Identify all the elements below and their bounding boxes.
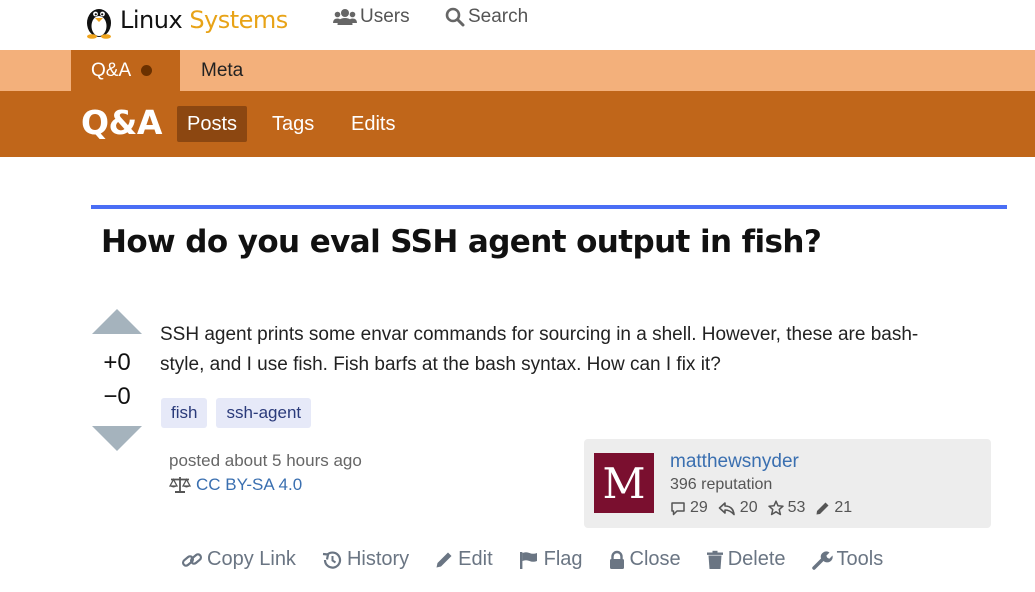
section-nav-tags[interactable]: Tags <box>262 106 324 142</box>
penguin-icon <box>87 9 111 39</box>
lock-icon <box>609 550 624 569</box>
section-nav-edits[interactable]: Edits <box>341 106 405 142</box>
copy-link-label: Copy Link <box>207 548 296 570</box>
avatar[interactable]: M <box>594 453 654 513</box>
close-button[interactable]: Close <box>608 548 681 571</box>
tab-meta-label: Meta <box>201 59 244 81</box>
post-body-line: style, and I use fish. Fish barfs at the… <box>160 354 721 375</box>
author-reputation: 396 reputation <box>670 476 773 493</box>
tag-list: fish ssh-agent <box>161 398 312 428</box>
stat-answers-value: 20 <box>739 499 758 516</box>
tag-ssh-agent[interactable]: ssh-agent <box>216 398 312 428</box>
section-bar: Q&A Posts Tags Edits <box>0 91 1035 157</box>
copy-link-button[interactable]: Copy Link <box>181 548 296 571</box>
author-card: M matthewsnyder 396 reputation 29 20 53 … <box>584 439 991 528</box>
posted-time: posted about 5 hours ago <box>169 451 362 470</box>
post-divider <box>91 205 1007 209</box>
delete-button[interactable]: Delete <box>706 548 786 571</box>
section-nav-edits-label: Edits <box>351 112 396 135</box>
stat-stars: 53 <box>767 499 806 517</box>
stat-posts: 29 <box>670 499 708 517</box>
logo-text: Linux Systems <box>120 6 288 34</box>
history-button[interactable]: History <box>321 548 409 571</box>
upvote-count: +0 <box>103 349 131 376</box>
stat-stars-value: 53 <box>787 499 806 516</box>
post-body-line: SSH agent prints some envar commands for… <box>160 324 919 345</box>
author-stats: 29 20 53 21 <box>670 499 862 517</box>
nav-users-label: Users <box>360 6 410 27</box>
tools-button[interactable]: Tools <box>811 548 884 571</box>
section-nav-posts-label: Posts <box>187 112 238 135</box>
stat-posts-value: 29 <box>690 499 708 516</box>
unread-dot-icon <box>141 65 153 76</box>
history-label: History <box>346 548 410 570</box>
license-link[interactable]: CC BY-SA 4.0 <box>169 475 302 495</box>
downvote-count: −0 <box>103 383 131 410</box>
license-label: CC BY-SA 4.0 <box>196 475 303 494</box>
delete-label: Delete <box>727 548 786 570</box>
link-icon <box>181 552 203 567</box>
logo-text-systems: Systems <box>189 6 288 34</box>
reply-icon <box>718 501 735 515</box>
top-bar: Linux Systems Users Search <box>0 0 1035 50</box>
tools-label: Tools <box>836 548 884 570</box>
close-label: Close <box>629 548 681 570</box>
flag-icon <box>519 551 537 569</box>
scale-icon <box>169 477 191 493</box>
star-icon <box>767 500 784 516</box>
trash-icon <box>706 550 723 569</box>
site-logo[interactable]: Linux Systems <box>80 0 288 40</box>
logo-text-linux: Linux <box>120 6 183 34</box>
downvote-button[interactable] <box>92 426 142 451</box>
author-name[interactable]: matthewsnyder <box>670 451 799 473</box>
pencil-icon <box>816 502 829 514</box>
search-icon <box>445 7 465 27</box>
tag-fish[interactable]: fish <box>161 398 208 428</box>
tab-meta[interactable]: Meta <box>201 50 243 91</box>
stat-edits: 21 <box>815 499 852 517</box>
users-icon <box>333 9 357 25</box>
pencil-icon <box>436 552 452 567</box>
post-body: SSH agent prints some envar commands for… <box>160 320 960 380</box>
stat-edits-value: 21 <box>834 499 853 516</box>
post-actions: Copy Link History Edit Flag Close Delete… <box>181 548 908 571</box>
flag-label: Flag <box>543 548 583 570</box>
section-title[interactable]: Q&A <box>81 103 162 142</box>
post-title: How do you eval SSH agent output in fish… <box>101 224 822 260</box>
edit-label: Edit <box>458 548 493 570</box>
edit-button[interactable]: Edit <box>434 548 493 571</box>
nav-search-label: Search <box>468 6 529 27</box>
stat-answers: 20 <box>718 499 758 517</box>
section-nav-tags-label: Tags <box>272 112 315 135</box>
comment-icon <box>671 501 685 515</box>
wrench-icon <box>811 550 833 570</box>
nav-search[interactable]: Search <box>445 6 528 28</box>
history-icon <box>322 551 341 569</box>
tab-qa-label: Q&A <box>91 59 132 81</box>
flag-button[interactable]: Flag <box>518 548 583 571</box>
tab-qa[interactable]: Q&A <box>71 50 180 91</box>
nav-users[interactable]: Users <box>333 6 410 28</box>
upvote-button[interactable] <box>92 309 142 334</box>
section-nav-posts[interactable]: Posts <box>177 106 248 142</box>
community-tab-bar: Q&A Meta <box>0 50 1035 91</box>
